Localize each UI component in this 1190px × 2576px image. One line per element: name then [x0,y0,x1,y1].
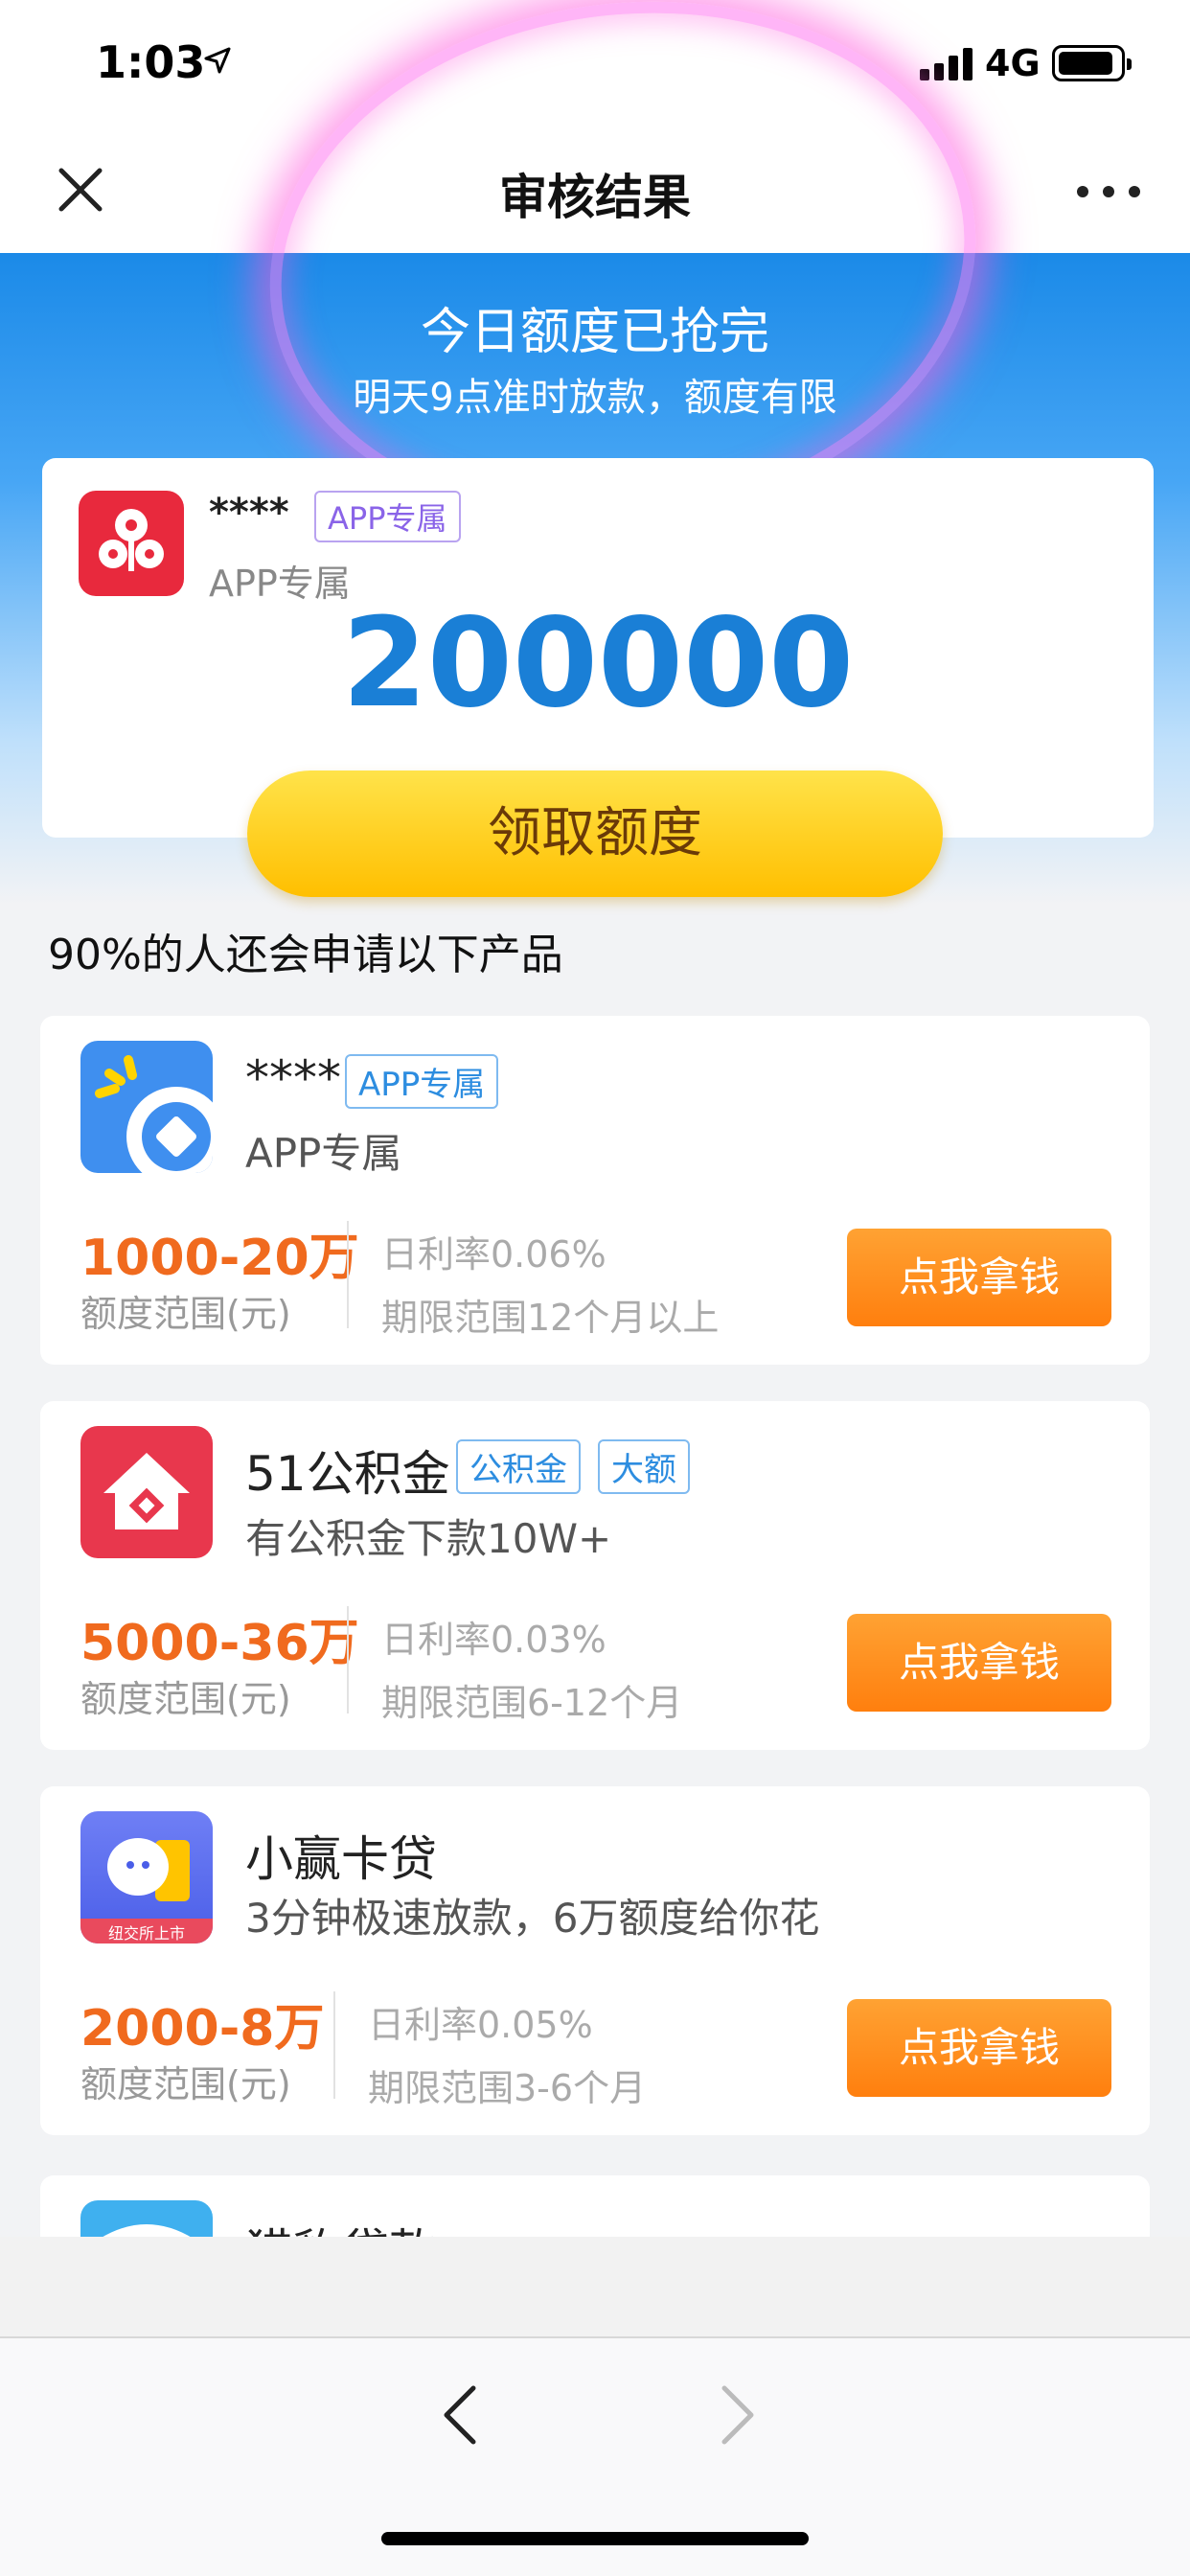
product-tag: APP专属 [314,491,461,542]
divider [347,1606,349,1714]
get-money-button[interactable]: 点我拿钱 [847,1999,1111,2097]
daily-rate: 日利率0.06% [381,1233,606,1276]
product-name: **** [209,491,289,535]
product-logo-icon: 纽交所上市 [80,1811,213,1944]
amount-range-label: 额度范围(元) [80,2063,291,2105]
divider [333,1991,335,2099]
section-title: 90%的人还会申请以下产品 [48,931,563,979]
product-tag: APP专属 [345,1054,499,1109]
product-name: 小赢卡贷 [245,1831,437,1887]
product-description: 3分钟极速放款，6万额度给你花 [245,1895,820,1942]
product-logo-icon [80,1426,213,1558]
status-time: 1:03 [96,36,206,88]
product-tag: 公积金 [456,1439,581,1494]
product-description: APP专属 [245,1130,402,1177]
amount-range: 1000-20万 [80,1230,359,1287]
product-tag: 大额 [598,1439,690,1494]
signal-icon [920,48,975,80]
product-name: **** [245,1050,341,1106]
term-range: 期限范围6-12个月 [381,1682,683,1724]
page-title: 审核结果 [499,170,691,225]
amount-range: 5000-36万 [80,1615,359,1672]
location-arrow-icon [204,47,231,74]
app-logo-icon [79,491,184,596]
product-card[interactable]: 纽交所上市 小赢卡贷 3分钟极速放款，6万额度给你花 2000-8万 额度范围(… [40,1786,1150,2135]
chevron-left-icon[interactable] [431,2377,489,2453]
product-tags: APP专属 [345,1054,499,1109]
page: 1:03 4G 审核结果 今日额度已抢完 明天9点准时放款，额度有限 **** … [0,0,1190,2576]
term-range: 期限范围12个月以上 [381,1297,720,1339]
quota-amount: 200000 [341,592,855,735]
product-name: 51公积金 [245,1446,450,1502]
amount-range: 2000-8万 [80,2000,325,2058]
hero-title: 今日额度已抢完 [420,304,769,361]
home-indicator [381,2532,809,2545]
daily-rate: 日利率0.05% [368,2004,593,2046]
product-tags: 公积金 大额 [456,1439,690,1494]
amount-range-label: 额度范围(元) [80,1678,291,1720]
content-fade-area [0,2237,1190,2336]
amount-range-label: 额度范围(元) [80,1293,291,1335]
nav-bar: 审核结果 [0,134,1190,253]
battery-icon [1052,45,1132,81]
divider [347,1221,349,1328]
claim-quota-button[interactable]: 领取额度 [247,770,943,897]
status-bar: 1:03 4G [0,0,1190,134]
term-range: 期限范围3-6个月 [368,2067,647,2109]
get-money-button[interactable]: 点我拿钱 [847,1229,1111,1326]
hero-subtitle: 明天9点准时放款，额度有限 [353,376,837,420]
network-type: 4G [985,42,1041,84]
product-card[interactable]: **** APP专属 APP专属 1000-20万 额度范围(元) 日利率0.0… [40,1016,1150,1365]
chevron-right-icon[interactable] [709,2377,767,2453]
product-card[interactable]: 51公积金 公积金 大额 有公积金下款10W+ 5000-36万 额度范围(元)… [40,1401,1150,1750]
get-money-button[interactable]: 点我拿钱 [847,1614,1111,1712]
more-icon[interactable] [1077,182,1140,201]
logo-badge-text: 纽交所上市 [107,1924,185,1943]
product-logo-icon [80,1041,213,1173]
product-description: 有公积金下款10W+ [245,1515,612,1562]
daily-rate: 日利率0.03% [381,1619,606,1661]
